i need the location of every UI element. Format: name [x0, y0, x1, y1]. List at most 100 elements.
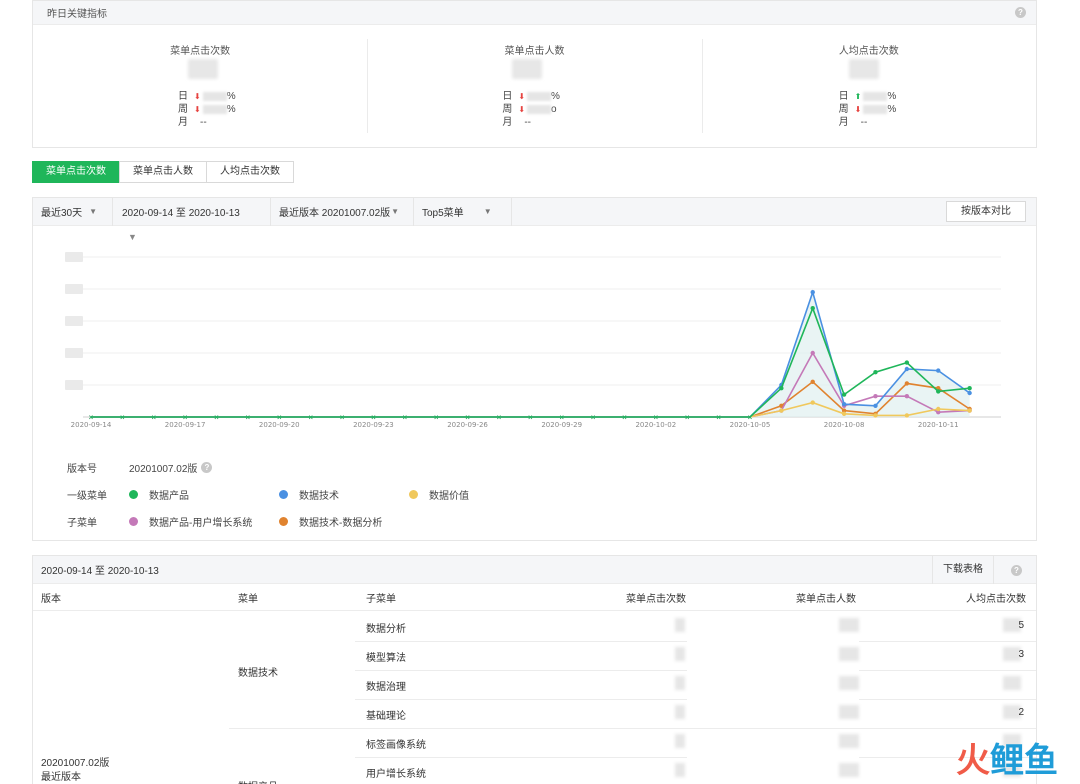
column-header[interactable]: 版本 — [41, 590, 61, 605]
menu-select-value: Top5菜单 — [422, 208, 464, 219]
legend-swatch — [129, 517, 138, 526]
data-point — [841, 402, 847, 407]
data-point-marker: × — [402, 413, 407, 422]
data-point — [904, 394, 910, 399]
version-note: 最近版本 — [41, 772, 81, 783]
data-point-marker: × — [214, 413, 219, 422]
arrow-down-icon: ⬇ — [194, 105, 201, 114]
data-point — [936, 389, 941, 394]
arrow-down-icon: ⬇ — [194, 92, 201, 101]
row-divider — [859, 670, 1036, 671]
user-count-redacted — [839, 676, 859, 690]
data-point — [904, 381, 910, 386]
day-label: 日 — [502, 91, 513, 102]
data-point-marker: × — [748, 413, 753, 422]
version-select[interactable]: 最近版本 20201007.02版 ▼ — [271, 197, 414, 226]
week-label: 周 — [178, 104, 188, 115]
metric-tabs: 菜单点击次数 菜单点击人数 人均点击次数 — [32, 161, 294, 183]
week-comparison: 周 ⬇ o — [502, 103, 560, 116]
click-count-redacted — [675, 647, 685, 661]
data-point — [810, 379, 815, 384]
week-label: 周 — [502, 104, 513, 115]
day-comparison: 日 ⬇% — [502, 90, 560, 103]
column-header[interactable]: 菜单 — [238, 590, 258, 605]
legend-swatch — [279, 490, 288, 499]
watermark-part1: 火 — [956, 741, 990, 781]
data-point — [936, 368, 941, 373]
click-count-redacted — [675, 618, 685, 632]
table-date-range: 2020-09-14 至 2020-10-13 — [41, 566, 159, 577]
row-divider — [355, 641, 687, 642]
legend-item[interactable]: 数据技术-数据分析 — [279, 514, 429, 529]
data-point — [967, 390, 972, 396]
tab-metric[interactable]: 菜单点击人数 — [119, 161, 207, 183]
legend-item-label: 数据技术-数据分析 — [299, 518, 383, 529]
metric-value-redacted — [188, 59, 218, 79]
tab-metric[interactable]: 人均点击次数 — [206, 161, 294, 183]
month-value: -- — [860, 117, 868, 128]
legend-item-label: 数据产品-用户增长系统 — [149, 518, 253, 529]
data-point — [841, 392, 847, 397]
legend-item[interactable]: 数据产品 — [129, 487, 279, 502]
x-tick-label: 2020-09-20 — [259, 421, 300, 429]
data-point — [967, 386, 972, 391]
watermark-part2: 鲤鱼 — [990, 741, 1058, 781]
tab-metric[interactable]: 菜单点击次数 — [32, 161, 120, 183]
metric-card-label: 菜单点击人数 — [504, 46, 565, 57]
column-header[interactable]: 菜单点击次数 — [626, 590, 686, 605]
legend-item[interactable]: 数据技术 — [279, 487, 409, 502]
data-point — [873, 394, 878, 399]
legend-item[interactable]: 数据产品-用户增长系统 — [129, 514, 279, 529]
table-header: 版本 菜单 子菜单 菜单点击次数 菜单点击人数 人均点击次数 — [33, 584, 1036, 611]
x-tick-label: 2020-10-02 — [635, 421, 676, 429]
table-toolbar: 2020-09-14 至 2020-10-13 下载表格 ? — [33, 556, 1036, 584]
x-tick-label: 2020-10-08 — [824, 421, 865, 429]
period-select[interactable]: 最近30天 ▼ — [33, 197, 113, 226]
data-point — [873, 403, 878, 408]
submenu-cell: 数据分析 — [366, 624, 406, 635]
legend-version-value: 20201007.02版 — [129, 464, 198, 475]
y-tick-label-redacted — [65, 380, 83, 390]
data-point-marker: × — [434, 413, 439, 422]
area-fill — [91, 292, 970, 417]
trend-chart-panel: 最近30天 ▼ 2020-09-14 至 2020-10-13 最近版本 2020… — [32, 197, 1037, 541]
column-header[interactable]: 子菜单 — [366, 590, 396, 605]
legend-item[interactable]: 数据价值 — [409, 487, 519, 502]
day-label: 日 — [178, 91, 188, 102]
data-point-marker: × — [308, 413, 313, 422]
percent-redacted — [202, 91, 227, 101]
week-comparison: 周 ⬇% — [178, 103, 236, 116]
legend-item-label: 数据价值 — [429, 491, 469, 502]
percent-redacted — [527, 104, 552, 114]
month-comparison: 月 -- — [178, 116, 236, 129]
chevron-down-icon: ▼ — [483, 207, 492, 216]
legend-sub-row: 子菜单 数据产品-用户增长系统 数据技术-数据分析 — [67, 508, 519, 535]
legend-swatch — [409, 490, 418, 499]
metric-value-redacted — [512, 59, 543, 79]
key-metrics-cards: 菜单点击次数日 ⬇% 周 ⬇% 月 -- 菜单点击人数日 ⬇% 周 ⬇ o 月 -- 人均点击次数日 ⬆% 周… — [33, 25, 1036, 147]
day-comparison: 日 ⬇% — [178, 90, 236, 103]
row-divider — [859, 699, 1036, 700]
help-icon[interactable]: ? — [1015, 7, 1026, 18]
x-tick-label: 2020-09-14 — [71, 421, 112, 429]
help-icon[interactable]: ? — [201, 462, 213, 473]
help-icon[interactable]: ? — [1011, 565, 1022, 576]
download-table-button[interactable]: 下载表格 — [932, 556, 994, 584]
legend-level1-key: 一级菜单 — [67, 491, 107, 502]
avg-click-value: 5 — [1018, 620, 1024, 631]
column-header[interactable]: 人均点击次数 — [966, 590, 1026, 605]
menu-cell: 数据产品 — [238, 778, 278, 784]
data-table-panel: 2020-09-14 至 2020-10-13 下载表格 ? 版本 菜单 子菜单 菜单… — [32, 555, 1037, 784]
legend-item-label: 数据技术 — [299, 491, 339, 502]
column-header[interactable]: 菜单点击人数 — [796, 590, 856, 605]
metric-card: 菜单点击次数日 ⬇% 周 ⬇% 月 -- — [33, 25, 367, 147]
data-point — [904, 366, 910, 372]
menu-select[interactable]: Top5菜单 ▼ — [414, 197, 512, 226]
data-point — [873, 370, 878, 375]
chevron-down-icon: ▼ — [391, 207, 400, 216]
data-point-marker: × — [653, 413, 658, 422]
percent-redacted — [863, 91, 888, 101]
compare-by-version-button[interactable]: 按版本对比 — [946, 201, 1026, 222]
date-range-picker[interactable]: 2020-09-14 至 2020-10-13 — [113, 197, 271, 226]
metric-value-redacted — [848, 59, 879, 79]
